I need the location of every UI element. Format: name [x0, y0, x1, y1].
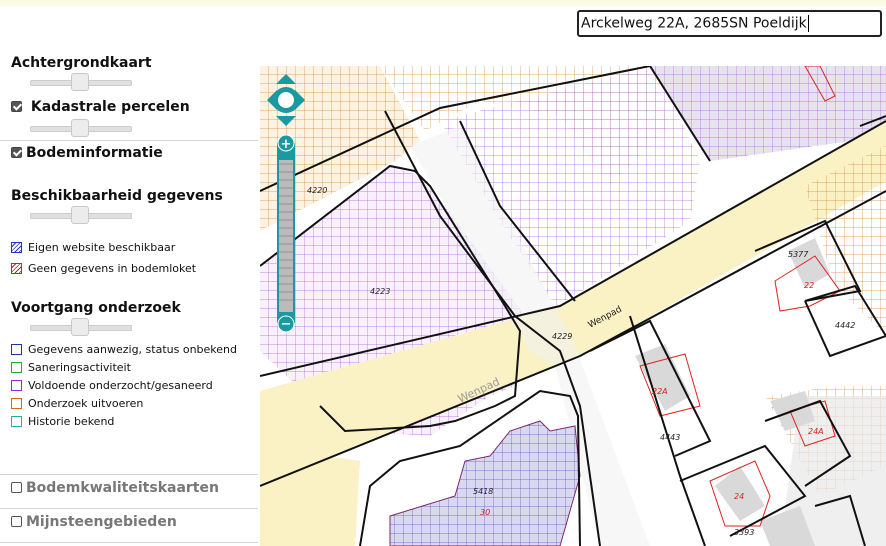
address-search-value: Arckelweg 22A, 2685SN Poeldijk [581, 15, 807, 32]
parcel-label: 24A [808, 427, 824, 436]
road-lower-left [260, 446, 360, 546]
pan-down-icon[interactable] [276, 116, 296, 126]
slider-knob[interactable] [71, 119, 89, 137]
parcel-label: 4220 [307, 186, 327, 195]
zoom-in-icon[interactable]: + [281, 137, 292, 152]
legend-label: Eigen website beschikbaar [28, 241, 176, 254]
beschikbaarheid-heading: Beschikbaarheid gegevens [11, 188, 223, 204]
legend-item-onderzoek: Onderzoek uitvoeren [11, 397, 143, 410]
address-search-input[interactable]: Arckelweg 22A, 2685SN Poeldijk [577, 10, 882, 37]
divider [0, 542, 258, 543]
legend-label: Onderzoek uitvoeren [28, 397, 144, 410]
pan-center-inner [278, 92, 294, 108]
achtergrondkaart-opacity-slider[interactable] [30, 73, 132, 91]
kadastrale-percelen-toggle[interactable]: Kadastrale percelen [11, 99, 190, 115]
zoom-out-icon[interactable]: − [281, 317, 292, 332]
hatch-blue-swatch [11, 242, 22, 253]
slider-knob[interactable] [71, 73, 89, 91]
parcel-label: 4229 [552, 332, 572, 341]
bodeminformatie-checkbox[interactable] [11, 147, 22, 158]
bodemkwaliteit-checkbox[interactable] [11, 482, 22, 493]
parcel-label: 22A [652, 387, 668, 396]
top-bar [0, 0, 886, 6]
legend-item-gegevens-aanwezig: Gegevens aanwezig, status onbekend [11, 343, 237, 356]
bodemkwaliteit-label: Bodemkwaliteitskaarten [26, 480, 219, 496]
mijnsteengebieden-toggle[interactable]: Mijnsteengebieden [11, 514, 177, 530]
parcel-label: 24 [734, 492, 744, 501]
bodeminformatie-toggle[interactable]: Bodeminformatie [11, 145, 163, 161]
parcel-label: 4443 [660, 433, 680, 442]
map-navigation-control: + − [267, 74, 305, 333]
map-canvas[interactable]: 4220 4223 4229 5377 22 4442 22A 4443 24A… [260, 66, 886, 546]
beschikbaarheid-opacity-slider[interactable] [30, 206, 132, 224]
layer-panel: Achtergrondkaart Kadastrale percelen Bod… [0, 40, 260, 546]
parcel-label: 5418 [473, 487, 493, 496]
green-swatch [11, 362, 22, 373]
teal-swatch [11, 416, 22, 427]
legend-item-sanering: Saneringsactiviteit [11, 361, 131, 374]
parcel-label: 4223 [370, 287, 390, 296]
legend-label: Saneringsactiviteit [28, 361, 131, 374]
legend-item-historie: Historie bekend [11, 415, 114, 428]
parcel-label: 4442 [835, 321, 855, 330]
legend-item-eigen-website: Eigen website beschikbaar [11, 241, 175, 254]
bodeminformatie-label: Bodeminformatie [26, 145, 163, 161]
zoom-slider-bar[interactable] [279, 156, 293, 312]
blue-swatch [11, 344, 22, 355]
parcel-label: 30 [480, 508, 490, 517]
legend-label: Historie bekend [28, 415, 115, 428]
orange-swatch [11, 398, 22, 409]
mijnsteen-label: Mijnsteengebieden [26, 514, 177, 530]
text-caret [807, 15, 809, 32]
achtergrondkaart-heading: Achtergrondkaart [11, 55, 152, 71]
mijnsteen-checkbox[interactable] [11, 516, 22, 527]
legend-label: Voldoende onderzocht/gesaneerd [28, 379, 213, 392]
kadastrale-label: Kadastrale percelen [30, 99, 190, 115]
slider-knob[interactable] [71, 206, 89, 224]
parcel-label: 3393 [734, 528, 754, 537]
zoom-handle[interactable] [278, 153, 294, 160]
legend-item-voldoende: Voldoende onderzocht/gesaneerd [11, 379, 213, 392]
parcel-label: 22 [804, 281, 814, 290]
divider [0, 474, 258, 475]
kadastrale-checkbox[interactable] [11, 101, 22, 112]
voortgang-opacity-slider[interactable] [30, 318, 132, 336]
divider [0, 508, 258, 509]
bodemkwaliteitskaarten-toggle[interactable]: Bodemkwaliteitskaarten [11, 480, 219, 496]
pan-up-icon[interactable] [276, 74, 296, 84]
legend-label: Geen gegevens in bodemloket [28, 262, 197, 275]
parcel-label: 5377 [788, 250, 809, 259]
voortgang-heading: Voortgang onderzoek [11, 300, 181, 316]
legend-item-geen-gegevens: Geen gegevens in bodemloket [11, 262, 196, 275]
purple-swatch [11, 380, 22, 391]
hatch-red-swatch [11, 263, 22, 274]
kadastrale-opacity-slider[interactable] [30, 119, 132, 137]
divider [0, 140, 258, 141]
slider-knob[interactable] [71, 318, 89, 336]
legend-label: Gegevens aanwezig, status onbekend [28, 343, 237, 356]
